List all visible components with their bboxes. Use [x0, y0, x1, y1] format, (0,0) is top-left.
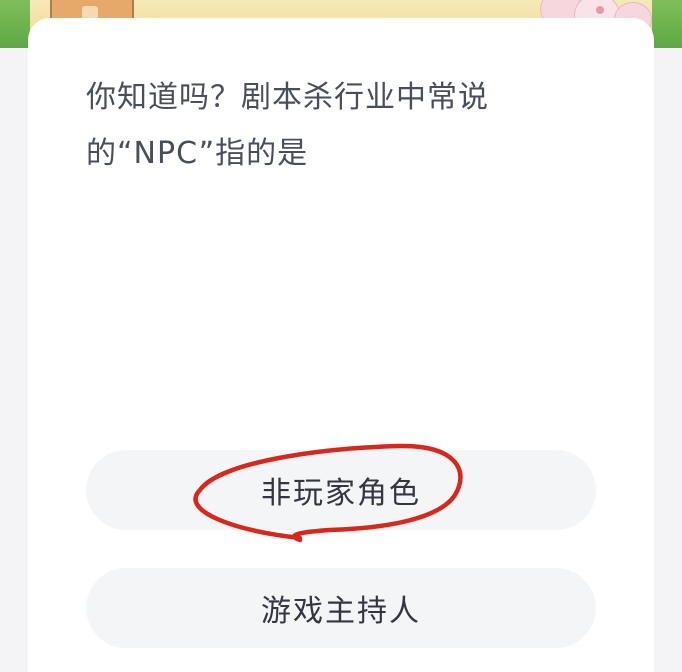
- question-text: 你知道吗？剧本杀行业中常说的“NPC”指的是: [86, 80, 489, 171]
- quiz-page: 你知道吗？剧本杀行业中常说的“NPC”指的是 非玩家角色 游戏主持人: [0, 0, 682, 672]
- answer-option-2[interactable]: 游戏主持人: [86, 568, 596, 648]
- answer-option-2-label: 游戏主持人: [261, 594, 421, 629]
- question-card: 你知道吗？剧本杀行业中常说的“NPC”指的是 非玩家角色 游戏主持人: [28, 18, 654, 672]
- answer-option-1-label: 非玩家角色: [261, 476, 421, 511]
- grass-decoration-right: [652, 0, 682, 48]
- grass-decoration-left: [0, 0, 30, 48]
- flower-center-icon: [596, 6, 604, 14]
- answer-option-1[interactable]: 非玩家角色: [86, 450, 596, 530]
